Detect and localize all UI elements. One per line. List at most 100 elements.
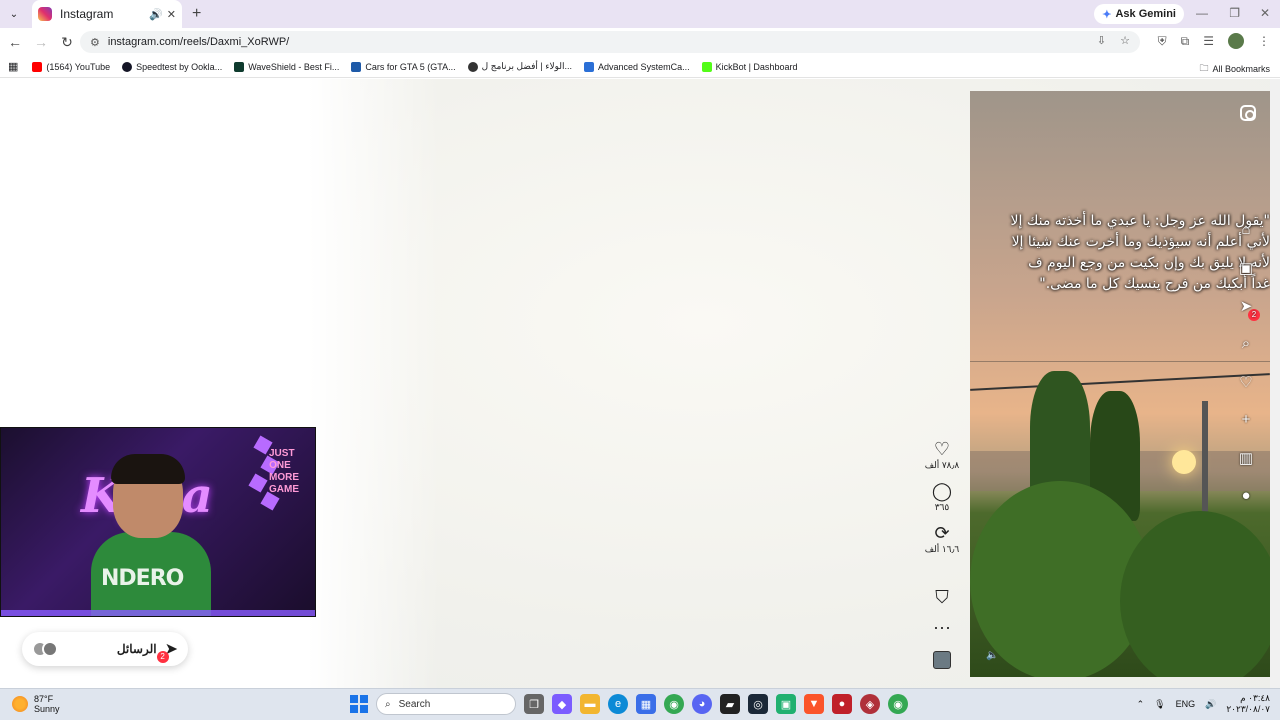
bookmark-item[interactable]: Advanced SystemCa...: [584, 61, 690, 72]
direct-icon[interactable]: ➤ 2: [1236, 297, 1260, 321]
speedtest-icon: [122, 61, 133, 72]
url-text[interactable]: instagram.com/reels/Daxmi_XoRWP/: [108, 36, 289, 48]
tab-search-button[interactable]: ⌄: [2, 2, 26, 26]
store-icon[interactable]: ▦: [636, 694, 656, 714]
forward-button[interactable]: →: [30, 34, 52, 50]
reposts-count: ١٦٫٦ ألف: [924, 544, 960, 554]
webcam-overlay: Kyka JUST ONE MORE GAME NDERO: [0, 427, 316, 617]
instagram-logo-icon[interactable]: [1240, 105, 1256, 121]
led-strip: [1, 610, 315, 616]
all-bookmarks-button[interactable]: 🗀 All Bookmarks: [1199, 61, 1270, 77]
app-icon[interactable]: ◈: [860, 694, 880, 714]
copilot-icon[interactable]: ◆: [552, 694, 572, 714]
bookmark-label: WaveShield - Best Fi...: [248, 61, 340, 72]
like-button[interactable]: ♡ ٧٨٫٨ ألف: [925, 439, 960, 471]
search-placeholder: Search: [398, 698, 431, 710]
all-bookmarks-label: All Bookmarks: [1212, 64, 1270, 74]
reload-button[interactable]: ↻: [56, 34, 78, 51]
taskbar-search[interactable]: ⌕ Search: [376, 693, 516, 715]
weather-widget[interactable]: 87°F Sunny: [12, 694, 60, 714]
heart-icon: ♡: [933, 439, 951, 459]
file-explorer-icon[interactable]: ▬: [580, 694, 600, 714]
bookmark-item[interactable]: Cars for GTA 5 (GTA...: [351, 61, 456, 72]
likes-count: ٧٨٫٨ ألف: [924, 460, 960, 470]
search-icon[interactable]: ⌕: [1236, 335, 1256, 355]
app-icon[interactable]: ▣: [776, 694, 796, 714]
ask-gemini-label: Ask Gemini: [1115, 8, 1176, 20]
weather-temp: 87°F: [34, 694, 54, 704]
profile-avatar[interactable]: ●: [1236, 487, 1256, 507]
bookmark-label: KickBot | Dashboard: [715, 61, 798, 72]
app-icon[interactable]: ▰: [720, 694, 740, 714]
mute-icon[interactable]: 🔈: [986, 650, 998, 661]
home-icon[interactable]: ⌂: [1236, 221, 1256, 241]
waveshield-icon: [234, 61, 245, 72]
new-tab-button[interactable]: +: [192, 5, 201, 23]
profile-avatar[interactable]: [1228, 33, 1244, 49]
audio-playing-icon[interactable]: 🔊: [149, 8, 163, 21]
edge-icon[interactable]: e: [608, 694, 628, 714]
bookmark-item[interactable]: WaveShield - Best Fi...: [234, 61, 340, 72]
reel-video[interactable]: "يقول الله عز وجل: يا عبدي ما أخذته منك …: [970, 91, 1270, 677]
restore-button[interactable]: ❐: [1229, 6, 1240, 20]
ask-gemini-button[interactable]: ✦ Ask Gemini: [1094, 4, 1184, 24]
wall-sign: JUST ONE MORE GAME: [269, 448, 299, 495]
minimize-button[interactable]: —: [1196, 6, 1208, 20]
bookmarks-bar: ▦ (1564) YouTube Speedtest by Ookla... W…: [0, 56, 1280, 78]
bookmark-item[interactable]: Speedtest by Ookla...: [122, 61, 222, 72]
comment-button[interactable]: ◯ ٣٦٥: [932, 481, 952, 513]
task-view-icon[interactable]: ❐: [524, 694, 544, 714]
extension-icon[interactable]: ⛨: [1158, 34, 1167, 49]
close-tab-icon[interactable]: ✕: [167, 8, 176, 21]
extensions-puzzle-icon[interactable]: ⧉: [1181, 34, 1190, 49]
kickbot-icon: [701, 61, 712, 72]
messages-button[interactable]: الرسائل ➤ 2: [22, 632, 188, 666]
steam-icon[interactable]: ◎: [748, 694, 768, 714]
repost-button[interactable]: ⟳ ١٦٫٦ ألف: [925, 523, 960, 555]
close-window-button[interactable]: ✕: [1260, 6, 1270, 20]
reels-icon[interactable]: ▣: [1236, 259, 1256, 279]
tab-instagram[interactable]: Instagram 🔊 ✕: [32, 0, 182, 28]
app-icon[interactable]: ●: [832, 694, 852, 714]
bookmark-item[interactable]: (1564) YouTube: [32, 61, 111, 72]
microphone-icon[interactable]: 🎙: [1154, 699, 1165, 710]
bookmark-item[interactable]: الولاء | أفضل برنامج ل...: [467, 61, 572, 72]
streamer: NDERO: [91, 454, 211, 616]
brave-icon[interactable]: ▼: [804, 694, 824, 714]
speaker-icon[interactable]: 🔊: [1205, 699, 1216, 710]
alwala-icon: [467, 61, 478, 72]
dashboard-icon[interactable]: ▥: [1236, 449, 1256, 469]
install-app-icon[interactable]: ⇩: [1097, 34, 1106, 47]
chrome-icon[interactable]: ◉: [664, 694, 684, 714]
save-button[interactable]: ⛉: [935, 587, 949, 607]
chevron-up-icon[interactable]: ⌃: [1137, 699, 1145, 710]
back-button[interactable]: ←: [4, 34, 26, 50]
more-icon: ···: [933, 617, 951, 637]
chrome-active-icon[interactable]: ◉: [888, 694, 908, 714]
language-indicator[interactable]: ENG: [1176, 699, 1196, 709]
start-button[interactable]: [350, 695, 368, 713]
audio-thumbnail[interactable]: [933, 651, 951, 669]
site-info-icon[interactable]: ⚙: [90, 36, 100, 49]
bookmark-label: (1564) YouTube: [46, 61, 111, 72]
bookmark-label: Cars for GTA 5 (GTA...: [365, 61, 456, 72]
hair: [111, 454, 185, 484]
more-options-button[interactable]: ···: [933, 617, 951, 637]
gemini-icon: ✦: [1102, 8, 1112, 21]
bookmark-star-icon[interactable]: ☆: [1120, 34, 1130, 47]
menu-kebab-icon[interactable]: ⋮: [1258, 34, 1270, 48]
instagram-favicon-icon: [38, 7, 52, 21]
tab-strip: ⌄ Instagram 🔊 ✕ + ✦ Ask Gemini — ❐ ✕: [0, 0, 1280, 28]
apps-grid-icon[interactable]: ▦: [8, 60, 18, 73]
create-plus-icon[interactable]: +: [1236, 411, 1256, 431]
notifications-heart-icon[interactable]: ♡: [1236, 373, 1256, 393]
discord-icon[interactable]: ◕: [692, 694, 712, 714]
reading-list-icon[interactable]: ☰: [1203, 34, 1214, 48]
taskbar-center: ⌕ Search ❐ ◆ ▬ e ▦ ◉ ◕ ▰ ◎ ▣ ▼ ● ◈ ◉: [350, 693, 908, 715]
page-scrollbar[interactable]: [1270, 79, 1280, 688]
address-bar[interactable]: ⚙ instagram.com/reels/Daxmi_XoRWP/ ⇩ ☆: [80, 31, 1140, 53]
date: ٢٠٢٣/٠٨/٠٧: [1226, 704, 1270, 714]
avatar: [42, 641, 58, 657]
clock[interactable]: ٠٣:٤٨ م ٢٠٢٣/٠٨/٠٧: [1226, 693, 1270, 715]
bookmark-item[interactable]: KickBot | Dashboard: [701, 61, 798, 72]
